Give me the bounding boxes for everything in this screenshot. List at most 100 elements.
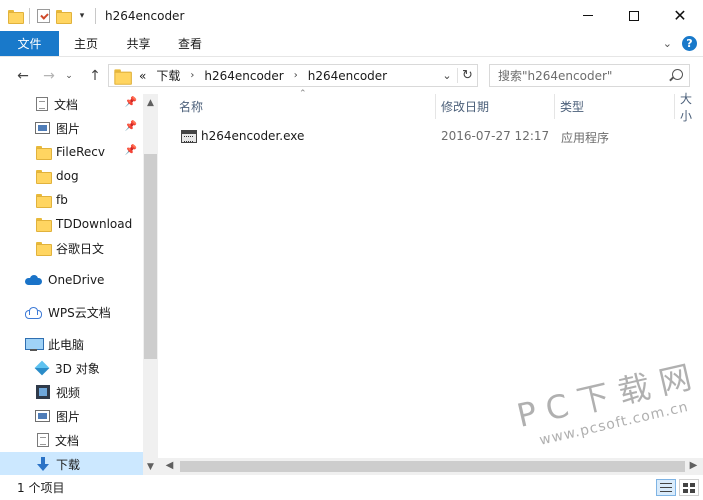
nav-item-filerecv[interactable]: FileRecv 📌 bbox=[0, 140, 143, 164]
folder-icon bbox=[36, 242, 52, 256]
breadcrumb-item-downloads[interactable]: 下载 bbox=[156, 67, 180, 84]
pin-icon[interactable]: 📌 bbox=[125, 121, 137, 132]
nav-item-label: fb bbox=[56, 193, 68, 207]
nav-pane-scrollbar[interactable]: ▲ ▼ bbox=[143, 94, 158, 475]
window-title: h264encoder bbox=[105, 8, 185, 23]
column-header-date[interactable]: 修改日期 bbox=[435, 94, 554, 119]
cloud-icon bbox=[25, 275, 42, 285]
customize-toolbar-dropdown-icon[interactable]: ▾ bbox=[76, 11, 88, 21]
pin-icon[interactable]: 📌 bbox=[125, 97, 137, 108]
refresh-icon[interactable]: ↻ bbox=[457, 68, 477, 83]
breadcrumb-item-h264encoder[interactable]: h264encoder bbox=[204, 69, 283, 83]
nav-item-label: 文档 bbox=[55, 433, 80, 448]
recent-locations-chevron-icon[interactable]: ⌄ bbox=[60, 67, 78, 85]
nav-item-wps-cloud[interactable]: WPS云文档 bbox=[0, 300, 143, 324]
nav-item-downloads[interactable]: 下载 bbox=[0, 452, 143, 475]
search-input[interactable] bbox=[490, 68, 660, 83]
details-view-icon bbox=[660, 483, 672, 492]
nav-item-label: FileRecv bbox=[56, 145, 105, 159]
horizontal-scrollbar[interactable]: ◀ ▶ bbox=[158, 458, 703, 475]
scroll-right-icon[interactable]: ▶ bbox=[686, 460, 701, 471]
nav-item-fb[interactable]: fb bbox=[0, 188, 143, 212]
help-icon[interactable]: ? bbox=[682, 36, 697, 51]
download-icon bbox=[36, 457, 50, 471]
nav-item-onedrive[interactable]: OneDrive bbox=[0, 268, 143, 292]
scroll-up-icon[interactable]: ▲ bbox=[143, 98, 158, 108]
column-header-type[interactable]: 类型 bbox=[554, 94, 674, 119]
properties-icon[interactable] bbox=[37, 8, 50, 23]
address-bar[interactable]: « 下载 › h264encoder › h264encoder ⌄ ↻ bbox=[108, 64, 478, 87]
address-row: ← → ⌄ ↑ « 下载 › h264encoder › h264encoder… bbox=[0, 56, 703, 94]
address-dropdown-icon[interactable]: ⌄ bbox=[437, 69, 457, 82]
nav-item-label: 3D 对象 bbox=[55, 361, 100, 376]
column-header-name[interactable]: 名称 bbox=[173, 94, 435, 119]
nav-item-label: 此电脑 bbox=[48, 337, 85, 352]
search-box[interactable] bbox=[489, 64, 690, 87]
up-arrow-icon[interactable]: ↑ bbox=[86, 67, 104, 85]
breadcrumb: « 下载 › h264encoder › h264encoder bbox=[139, 67, 387, 84]
expand-ribbon-chevron-icon[interactable]: ⌄ bbox=[663, 37, 672, 50]
minimize-icon bbox=[583, 15, 593, 16]
tab-share[interactable]: 共享 bbox=[113, 31, 164, 56]
quick-access-toolbar: ▾ bbox=[0, 0, 97, 31]
back-arrow-icon[interactable]: ← bbox=[14, 67, 32, 85]
large-icons-view-button[interactable] bbox=[679, 479, 699, 496]
nav-item-label: TDDownload bbox=[56, 217, 133, 231]
nav-item-documents-quick[interactable]: 文档 📌 bbox=[0, 94, 143, 116]
ribbon-right-controls: ⌄ ? bbox=[663, 36, 697, 51]
folder-icon bbox=[114, 68, 132, 85]
3d-objects-icon bbox=[34, 360, 50, 376]
nav-item-this-pc[interactable]: 此电脑 bbox=[0, 332, 143, 356]
video-icon bbox=[36, 385, 50, 399]
navigation-pane: 文档 📌 图片 📌 FileRecv 📌 dog fb TDDownload 谷… bbox=[0, 94, 158, 475]
table-row[interactable]: h264encoder.exe 2016-07-27 12:17 应用程序 bbox=[178, 125, 703, 147]
breadcrumb-item-h264encoder-current[interactable]: h264encoder bbox=[308, 69, 387, 83]
nav-item-dog[interactable]: dog bbox=[0, 164, 143, 188]
nav-item-label: 下载 bbox=[56, 457, 81, 472]
nav-pane-scroll-thumb[interactable] bbox=[144, 154, 157, 359]
file-name: h264encoder.exe bbox=[201, 129, 305, 143]
tab-home[interactable]: 主页 bbox=[59, 31, 113, 56]
nav-item-pictures[interactable]: 图片 bbox=[0, 404, 143, 428]
pin-icon[interactable]: 📌 bbox=[125, 145, 137, 156]
minimize-button[interactable] bbox=[565, 0, 611, 31]
horizontal-scroll-thumb[interactable] bbox=[180, 461, 685, 472]
picture-icon bbox=[35, 122, 50, 134]
picture-icon bbox=[35, 410, 50, 422]
nav-item-pictures-quick[interactable]: 图片 📌 bbox=[0, 116, 143, 140]
breadcrumb-chevron-icon[interactable]: › bbox=[294, 70, 298, 81]
scroll-down-icon[interactable]: ▼ bbox=[143, 462, 158, 472]
tab-view[interactable]: 查看 bbox=[164, 31, 216, 56]
nav-item-3d-objects[interactable]: 3D 对象 bbox=[0, 356, 143, 380]
exe-icon bbox=[181, 129, 197, 143]
search-icon[interactable] bbox=[672, 69, 683, 80]
large-icons-view-icon bbox=[683, 482, 695, 493]
toolbar-separator bbox=[29, 7, 30, 24]
details-view-button[interactable] bbox=[656, 479, 676, 496]
nav-item-label: 图片 bbox=[56, 121, 81, 136]
nav-item-documents[interactable]: 文档 bbox=[0, 428, 143, 452]
breadcrumb-overflow[interactable]: « bbox=[139, 69, 146, 83]
close-button[interactable]: ✕ bbox=[657, 0, 703, 31]
nav-item-tddownload[interactable]: TDDownload bbox=[0, 212, 143, 236]
tab-file[interactable]: 文件 bbox=[0, 31, 59, 56]
file-date: 2016-07-27 12:17 bbox=[441, 129, 550, 143]
breadcrumb-chevron-icon[interactable]: › bbox=[190, 70, 194, 81]
nav-item-label: 图片 bbox=[56, 409, 81, 424]
nav-item-label: 谷歌日文 bbox=[56, 241, 105, 256]
new-folder-icon[interactable] bbox=[56, 9, 72, 24]
folder-icon bbox=[36, 194, 52, 208]
forward-arrow-icon[interactable]: → bbox=[40, 67, 58, 85]
nav-item-videos[interactable]: 视频 bbox=[0, 380, 143, 404]
scroll-left-icon[interactable]: ◀ bbox=[162, 460, 177, 471]
folder-icon[interactable] bbox=[8, 9, 24, 24]
item-count: 1 个项目 bbox=[17, 481, 65, 495]
title-bar: ▾ h264encoder ✕ bbox=[0, 0, 703, 31]
maximize-icon bbox=[629, 10, 639, 21]
file-list-pane: ⌃ 名称 修改日期 类型 大小 h264encoder.exe 2016-07-… bbox=[158, 89, 703, 475]
nav-item-label: 视频 bbox=[56, 385, 81, 400]
nav-item-google-japanese[interactable]: 谷歌日文 bbox=[0, 236, 143, 260]
ribbon-tabs: 文件 主页 共享 查看 ⌄ ? bbox=[0, 31, 703, 56]
column-header-size[interactable]: 大小 bbox=[674, 92, 703, 123]
maximize-button[interactable] bbox=[611, 0, 657, 31]
